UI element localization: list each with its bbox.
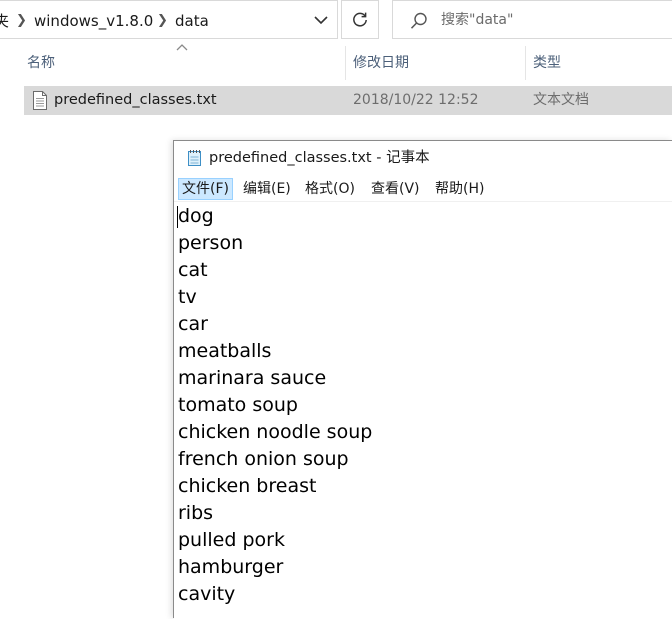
text-line: meatballs: [178, 340, 272, 362]
column-divider[interactable]: [345, 46, 346, 80]
breadcrumb-current[interactable]: data: [175, 11, 209, 31]
column-header-type[interactable]: 类型: [533, 46, 672, 80]
column-divider[interactable]: [525, 46, 526, 80]
menu-format[interactable]: 格式(O): [302, 178, 358, 200]
search-icon: [410, 12, 427, 29]
chevron-down-icon: [314, 16, 328, 25]
refresh-icon: [353, 12, 367, 26]
text-line: hamburger: [178, 556, 284, 578]
file-explorer-window: 夹 ❯ windows_v1.8.0 ❯ data 搜索"data" 名称 修改…: [0, 0, 672, 619]
text-line: cavity: [178, 583, 236, 605]
text-line: chicken breast: [178, 475, 317, 497]
text-line: person: [178, 232, 244, 254]
file-modified-date: 2018/10/22 12:52: [353, 92, 479, 108]
address-row: 夹 ❯ windows_v1.8.0 ❯ data: [0, 0, 672, 41]
text-line: tv: [178, 286, 197, 308]
breadcrumb-chevron-icon[interactable]: ❯: [157, 11, 168, 31]
notepad-title-bar[interactable]: predefined_classes.txt - 记事本: [174, 141, 672, 176]
file-name: predefined_classes.txt: [54, 92, 217, 108]
search-box[interactable]: [392, 0, 672, 39]
breadcrumb-chevron-icon[interactable]: ❯: [16, 11, 27, 31]
text-line: french onion soup: [178, 448, 349, 470]
notepad-window: predefined_classes.txt - 记事本 文件(F) 编辑(E)…: [173, 140, 672, 619]
search-input[interactable]: [441, 9, 661, 31]
text-line: ribs: [178, 502, 214, 524]
address-history-dropdown[interactable]: [304, 1, 338, 40]
text-file-icon: [33, 91, 47, 110]
text-line: cat: [178, 259, 208, 281]
breadcrumb-parent-fragment[interactable]: 夹: [0, 11, 9, 31]
column-header-modified[interactable]: 修改日期: [353, 46, 523, 80]
notepad-title: predefined_classes.txt - 记事本: [209, 150, 430, 166]
file-type: 文本文档: [533, 92, 589, 108]
notepad-text-area[interactable]: dog person cat tv car meatballs marinara…: [174, 202, 672, 619]
text-line: chicken noodle soup: [178, 421, 373, 443]
column-header-name[interactable]: 名称: [27, 46, 343, 80]
text-line: pulled pork: [178, 529, 285, 551]
menu-file[interactable]: 文件(F): [178, 178, 233, 200]
text-line: dog: [178, 205, 214, 227]
menu-help[interactable]: 帮助(H): [432, 178, 487, 200]
address-bar[interactable]: 夹 ❯ windows_v1.8.0 ❯ data: [0, 0, 338, 39]
refresh-button[interactable]: [341, 0, 379, 39]
breadcrumb-folder[interactable]: windows_v1.8.0: [34, 11, 153, 31]
text-line: tomato soup: [178, 394, 298, 416]
notepad-menu-bar: 文件(F) 编辑(E) 格式(O) 查看(V) 帮助(H): [174, 177, 672, 202]
menu-view[interactable]: 查看(V): [368, 178, 423, 200]
file-row-selected[interactable]: predefined_classes.txt 2018/10/22 12:52 …: [24, 86, 672, 115]
text-line: marinara sauce: [178, 367, 327, 389]
notepad-app-icon: [188, 150, 201, 166]
text-line: car: [178, 313, 208, 335]
menu-edit[interactable]: 编辑(E): [240, 178, 294, 200]
